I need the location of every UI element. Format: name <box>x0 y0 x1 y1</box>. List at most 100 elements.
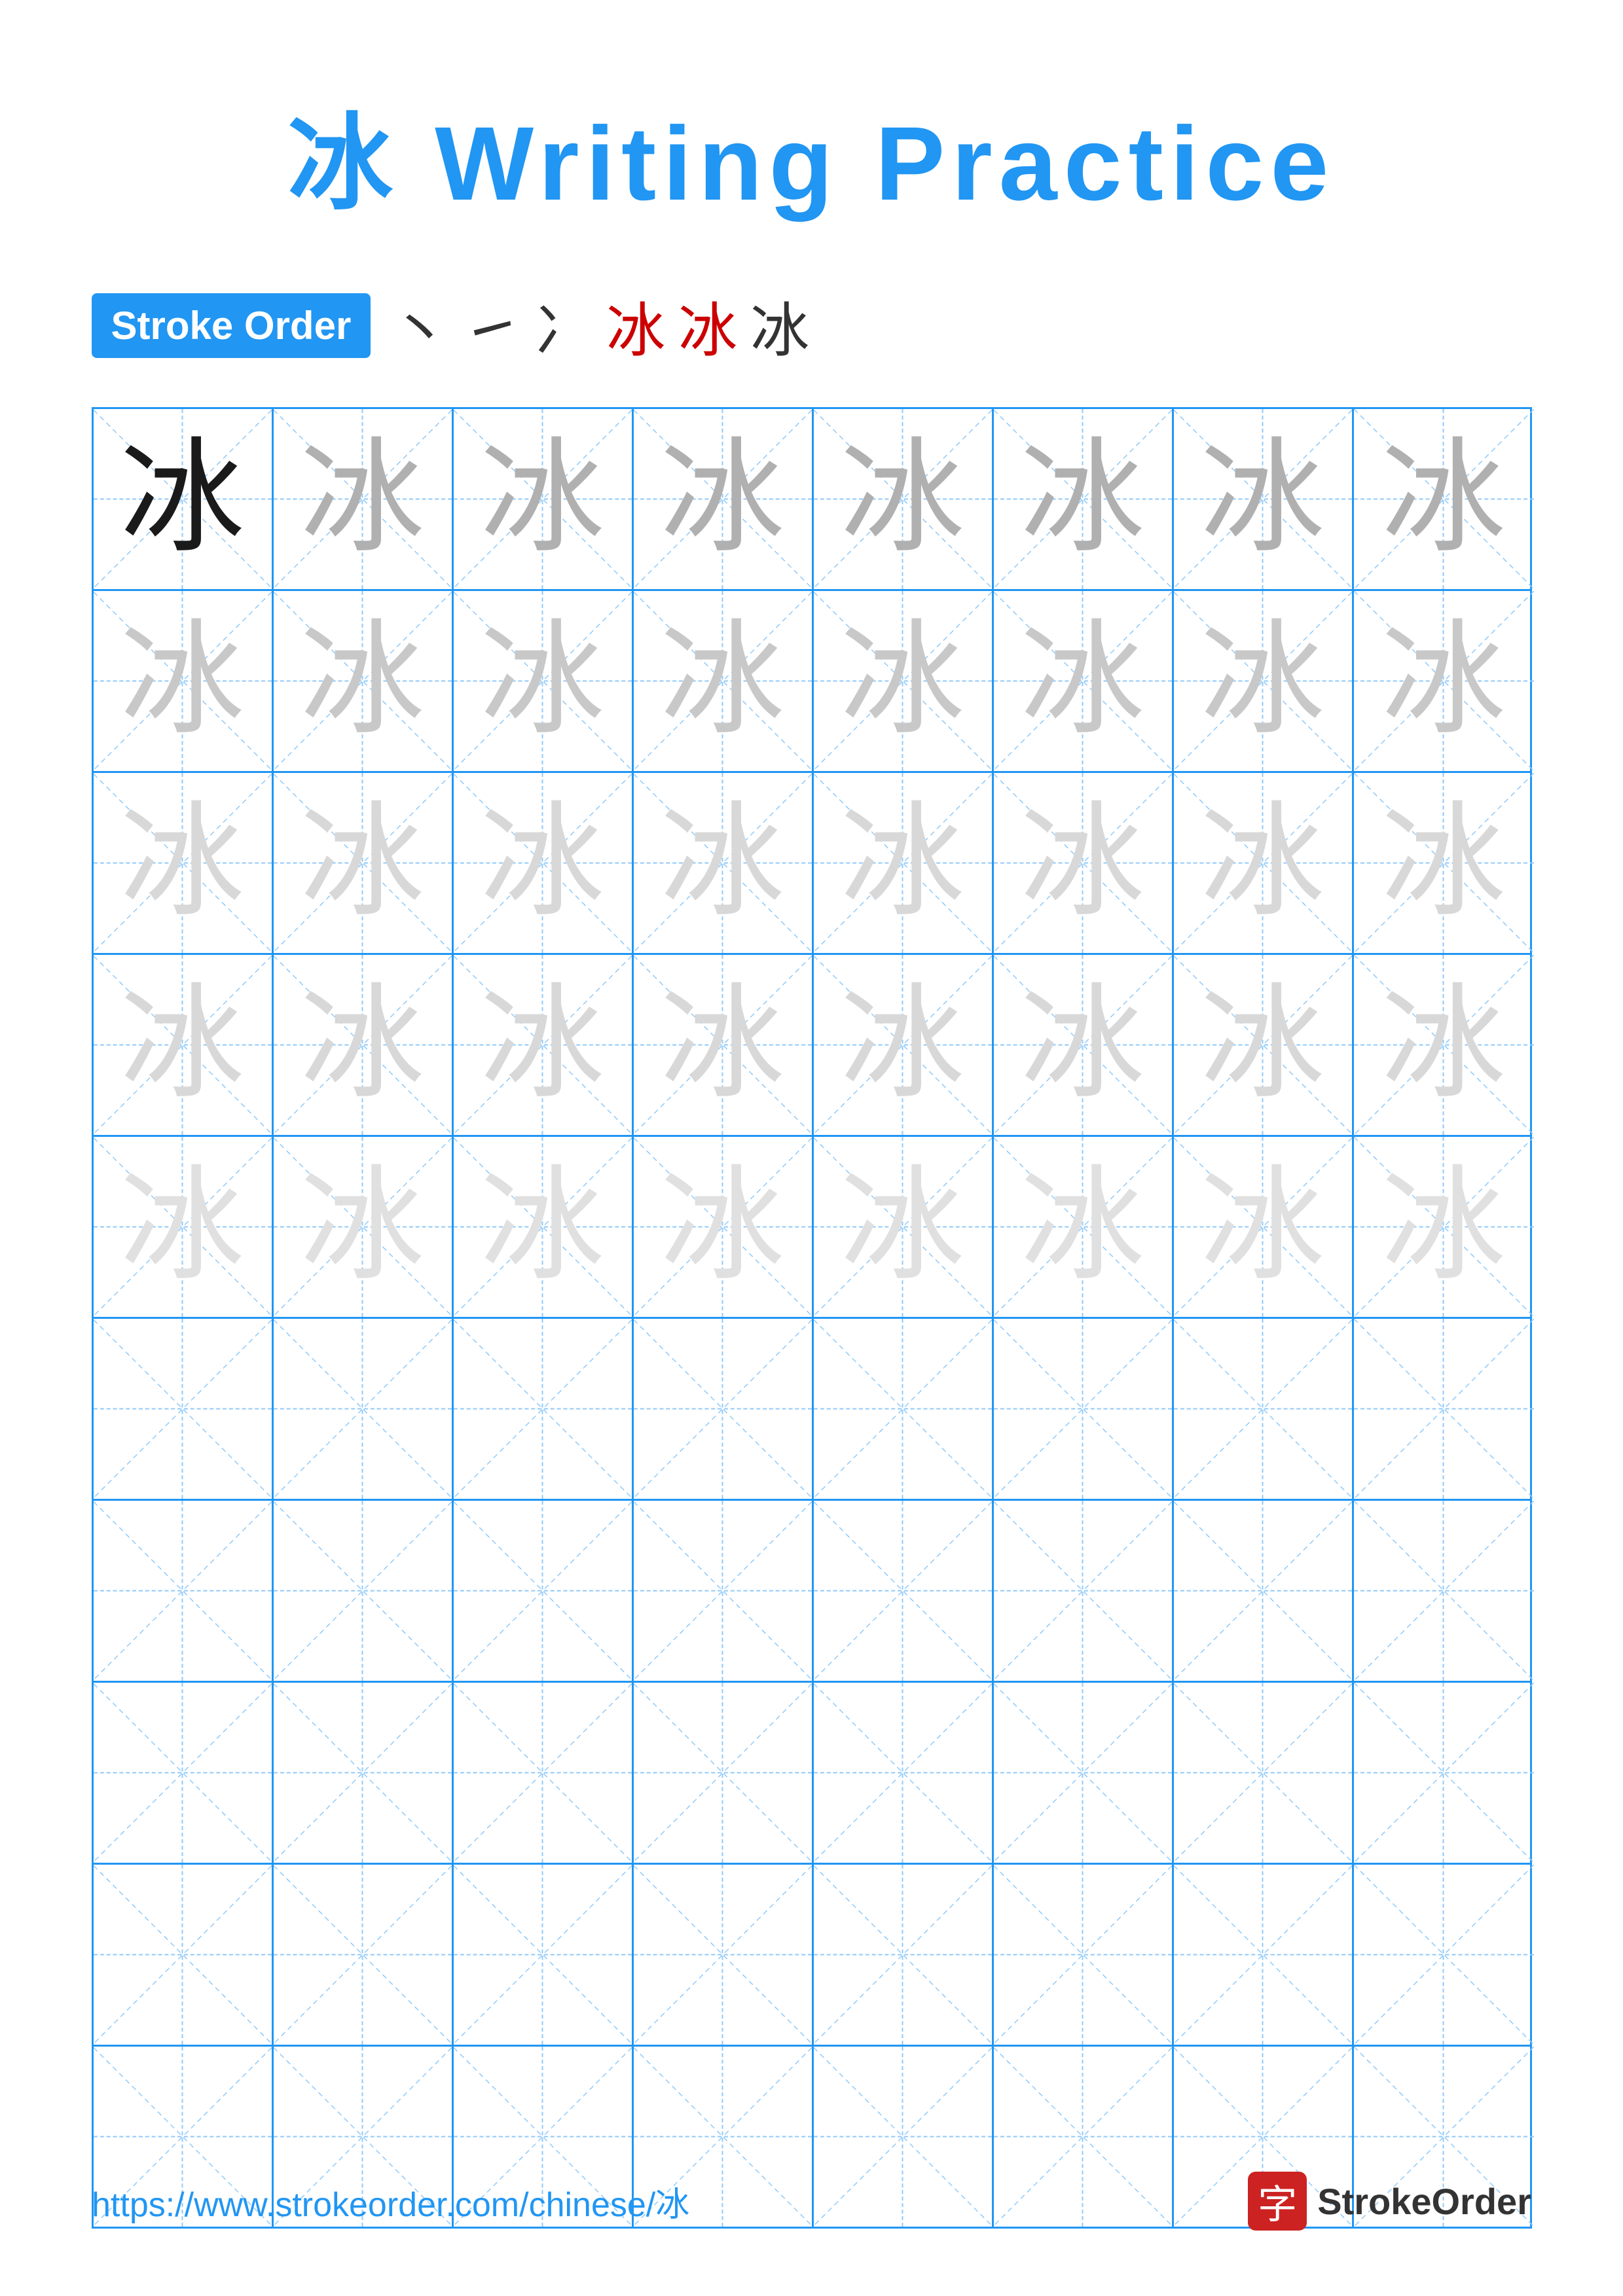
grid-cell[interactable] <box>454 1319 634 1499</box>
stroke-3: 冫 <box>534 283 593 368</box>
grid-cell[interactable]: 冰 <box>454 591 634 771</box>
cell-guides <box>1354 1501 1534 1681</box>
cell-guides <box>994 1501 1172 1681</box>
grid-cell[interactable] <box>94 1683 274 1863</box>
grid-cell[interactable]: 冰 <box>634 955 814 1135</box>
grid-cell[interactable] <box>1174 1683 1354 1863</box>
grid-cell[interactable]: 冰 <box>634 1137 814 1317</box>
grid-cell[interactable]: 冰 <box>634 409 814 589</box>
grid-cell[interactable] <box>634 1683 814 1863</box>
practice-char: 冰 <box>1020 437 1144 562</box>
grid-cell[interactable]: 冰 <box>994 773 1174 953</box>
grid-cell[interactable] <box>94 1865 274 2045</box>
grid-cell[interactable] <box>1354 1319 1534 1499</box>
cell-guides <box>454 1865 632 2045</box>
practice-char: 冰 <box>840 1165 964 1289</box>
cell-guides <box>274 1319 452 1499</box>
grid-cell[interactable]: 冰 <box>454 955 634 1135</box>
grid-row-6 <box>94 1319 1530 1501</box>
grid-cell[interactable]: 冰 <box>1354 955 1534 1135</box>
grid-cell[interactable]: 冰 <box>454 773 634 953</box>
cell-guides <box>814 1683 992 1863</box>
practice-char: 冰 <box>660 801 784 925</box>
grid-cell[interactable]: 冰 <box>994 409 1174 589</box>
grid-cell[interactable] <box>994 1501 1174 1681</box>
grid-cell[interactable]: 冰 <box>1354 1137 1534 1317</box>
grid-cell[interactable] <box>814 1865 994 2045</box>
practice-char: 冰 <box>1200 619 1324 744</box>
practice-char: 冰 <box>1200 801 1324 925</box>
grid-cell[interactable]: 冰 <box>274 409 454 589</box>
grid-cell[interactable] <box>1174 1865 1354 2045</box>
grid-cell[interactable]: 冰 <box>94 1137 274 1317</box>
grid-cell[interactable]: 冰 <box>274 1137 454 1317</box>
practice-char: 冰 <box>120 619 244 744</box>
cell-guides <box>634 1501 812 1681</box>
grid-cell[interactable]: 冰 <box>814 591 994 771</box>
grid-cell[interactable] <box>1174 1501 1354 1681</box>
grid-cell[interactable]: 冰 <box>274 773 454 953</box>
grid-cell[interactable]: 冰 <box>1174 955 1354 1135</box>
grid-cell[interactable] <box>634 1865 814 2045</box>
grid-cell[interactable]: 冰 <box>1174 1137 1354 1317</box>
grid-cell[interactable] <box>454 1683 634 1863</box>
cell-guides <box>94 1865 272 2045</box>
grid-cell[interactable]: 冰 <box>94 409 274 589</box>
stroke-6: 冰 <box>750 283 809 368</box>
grid-cell[interactable] <box>1354 1683 1534 1863</box>
grid-cell[interactable] <box>274 1683 454 1863</box>
grid-cell[interactable]: 冰 <box>454 409 634 589</box>
grid-cell[interactable]: 冰 <box>274 955 454 1135</box>
cell-guides <box>814 1319 992 1499</box>
practice-char: 冰 <box>660 1165 784 1289</box>
grid-cell[interactable]: 冰 <box>94 955 274 1135</box>
grid-cell[interactable]: 冰 <box>1174 409 1354 589</box>
grid-cell[interactable]: 冰 <box>634 773 814 953</box>
grid-cell[interactable] <box>994 1683 1174 1863</box>
grid-cell[interactable] <box>994 1865 1174 2045</box>
logo-chinese-char: 字 <box>1258 2173 1297 2230</box>
cell-guides <box>634 1319 812 1499</box>
practice-char: 冰 <box>660 437 784 562</box>
cell-guides <box>454 1319 632 1499</box>
grid-cell[interactable] <box>814 1319 994 1499</box>
grid-cell[interactable] <box>274 1865 454 2045</box>
grid-cell[interactable] <box>454 1865 634 2045</box>
cell-guides <box>994 1683 1172 1863</box>
grid-cell[interactable] <box>1174 1319 1354 1499</box>
grid-cell[interactable] <box>94 1319 274 1499</box>
grid-cell[interactable] <box>994 1319 1174 1499</box>
grid-cell[interactable] <box>94 1501 274 1681</box>
grid-cell[interactable]: 冰 <box>1174 591 1354 771</box>
grid-cell[interactable]: 冰 <box>274 591 454 771</box>
grid-cell[interactable]: 冰 <box>814 773 994 953</box>
grid-cell[interactable]: 冰 <box>1354 409 1534 589</box>
grid-cell[interactable] <box>814 1501 994 1681</box>
grid-cell[interactable] <box>634 1319 814 1499</box>
grid-cell[interactable] <box>454 1501 634 1681</box>
grid-cell[interactable] <box>274 1501 454 1681</box>
grid-cell[interactable]: 冰 <box>454 1137 634 1317</box>
grid-cell[interactable]: 冰 <box>994 955 1174 1135</box>
grid-cell[interactable]: 冰 <box>634 591 814 771</box>
grid-cell[interactable]: 冰 <box>1354 591 1534 771</box>
footer-logo: 字 StrokeOrder <box>1248 2172 1531 2231</box>
writing-grid: 冰 冰 冰 冰 冰 冰 冰 <box>92 407 1532 2229</box>
grid-cell[interactable]: 冰 <box>1354 773 1534 953</box>
grid-cell[interactable] <box>814 1683 994 1863</box>
grid-row-2: 冰 冰 冰 冰 冰 冰 冰 <box>94 591 1530 773</box>
grid-cell[interactable]: 冰 <box>94 773 274 953</box>
grid-cell[interactable]: 冰 <box>994 591 1174 771</box>
grid-cell[interactable] <box>1354 1501 1534 1681</box>
grid-cell[interactable] <box>634 1501 814 1681</box>
grid-cell[interactable]: 冰 <box>994 1137 1174 1317</box>
grid-cell[interactable]: 冰 <box>94 591 274 771</box>
grid-cell[interactable]: 冰 <box>1174 773 1354 953</box>
grid-cell[interactable]: 冰 <box>814 1137 994 1317</box>
cell-guides <box>1354 1683 1534 1863</box>
grid-cell[interactable] <box>1354 1865 1534 2045</box>
stroke-5: 冰 <box>678 283 737 368</box>
grid-cell[interactable]: 冰 <box>814 955 994 1135</box>
grid-cell[interactable]: 冰 <box>814 409 994 589</box>
grid-cell[interactable] <box>274 1319 454 1499</box>
